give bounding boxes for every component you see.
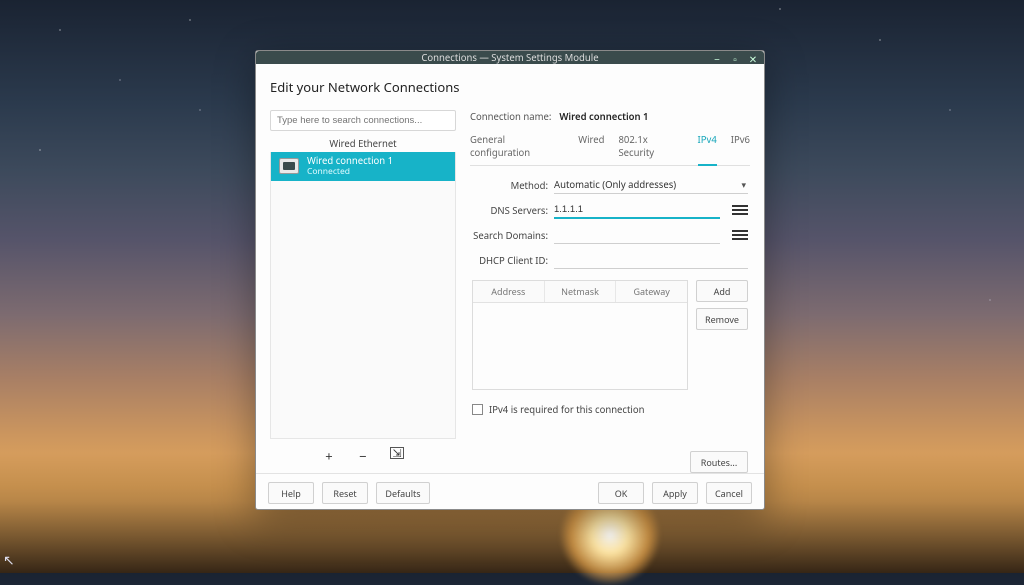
method-dropdown[interactable]: Automatic (Only addresses) ▾ xyxy=(554,176,748,194)
tab-wired[interactable]: Wired xyxy=(578,129,604,165)
window-title: Connections — System Settings Module xyxy=(421,51,598,64)
settings-window: Connections — System Settings Module − ▫… xyxy=(255,50,765,510)
search-input[interactable] xyxy=(270,110,456,131)
chevron-down-icon: ▾ xyxy=(741,178,746,191)
search-domains-label: Search Domains: xyxy=(472,229,548,242)
col-address: Address xyxy=(473,281,545,302)
remove-connection-button[interactable]: − xyxy=(356,447,370,465)
connection-item[interactable]: Wired connection 1 Connected xyxy=(271,152,455,181)
tab-ipv4[interactable]: IPv4 xyxy=(698,129,717,166)
method-label: Method: xyxy=(472,179,548,192)
dns-edit-button[interactable] xyxy=(732,202,748,218)
footer: Help Reset Defaults OK Apply Cancel xyxy=(256,473,764,512)
col-netmask: Netmask xyxy=(545,281,617,302)
dhcp-client-label: DHCP Client ID: xyxy=(472,254,548,267)
add-address-button[interactable]: Add xyxy=(696,280,748,302)
col-gateway: Gateway xyxy=(616,281,687,302)
reset-button[interactable]: Reset xyxy=(322,482,368,504)
search-domains-field[interactable] xyxy=(554,226,720,244)
cursor-icon: ↖ xyxy=(3,551,15,570)
connection-list[interactable]: Wired connection 1 Connected xyxy=(270,152,456,439)
ok-button[interactable]: OK xyxy=(598,482,644,504)
tab-general[interactable]: General configuration xyxy=(470,129,564,165)
cancel-button[interactable]: Cancel xyxy=(706,482,752,504)
search-edit-button[interactable] xyxy=(732,227,748,243)
tab-ipv6[interactable]: IPv6 xyxy=(731,129,750,165)
addresses-table[interactable]: Address Netmask Gateway xyxy=(472,280,688,390)
page-title: Edit your Network Connections xyxy=(270,76,750,100)
connection-status: Connected xyxy=(307,167,393,177)
apply-button[interactable]: Apply xyxy=(652,482,698,504)
conn-name-label: Connection name: xyxy=(470,110,551,123)
add-connection-button[interactable]: + xyxy=(322,447,336,465)
dns-field[interactable] xyxy=(554,201,720,219)
close-icon[interactable]: ✕ xyxy=(748,54,758,64)
ipv4-required-label: IPv4 is required for this connection xyxy=(489,403,644,416)
ipv4-required-checkbox[interactable] xyxy=(472,404,483,415)
maximize-icon[interactable]: ▫ xyxy=(730,54,740,64)
defaults-button[interactable]: Defaults xyxy=(376,482,430,504)
help-button[interactable]: Help xyxy=(268,482,314,504)
conn-name-value: Wired connection 1 xyxy=(559,110,648,123)
tabs: General configuration Wired 802.1x Secur… xyxy=(470,129,750,166)
dhcp-client-field[interactable] xyxy=(554,251,748,269)
tab-8021x[interactable]: 802.1x Security xyxy=(618,129,683,165)
dns-label: DNS Servers: xyxy=(472,204,548,217)
sidebar-section-label: Wired Ethernet xyxy=(270,137,456,150)
ethernet-icon xyxy=(279,158,299,174)
titlebar[interactable]: Connections — System Settings Module − ▫… xyxy=(256,51,764,64)
routes-button[interactable]: Routes... xyxy=(690,451,748,473)
remove-address-button[interactable]: Remove xyxy=(696,308,748,330)
minimize-icon[interactable]: − xyxy=(712,54,722,64)
export-icon[interactable]: ⇲ xyxy=(390,447,404,459)
method-value: Automatic (Only addresses) xyxy=(554,178,676,191)
